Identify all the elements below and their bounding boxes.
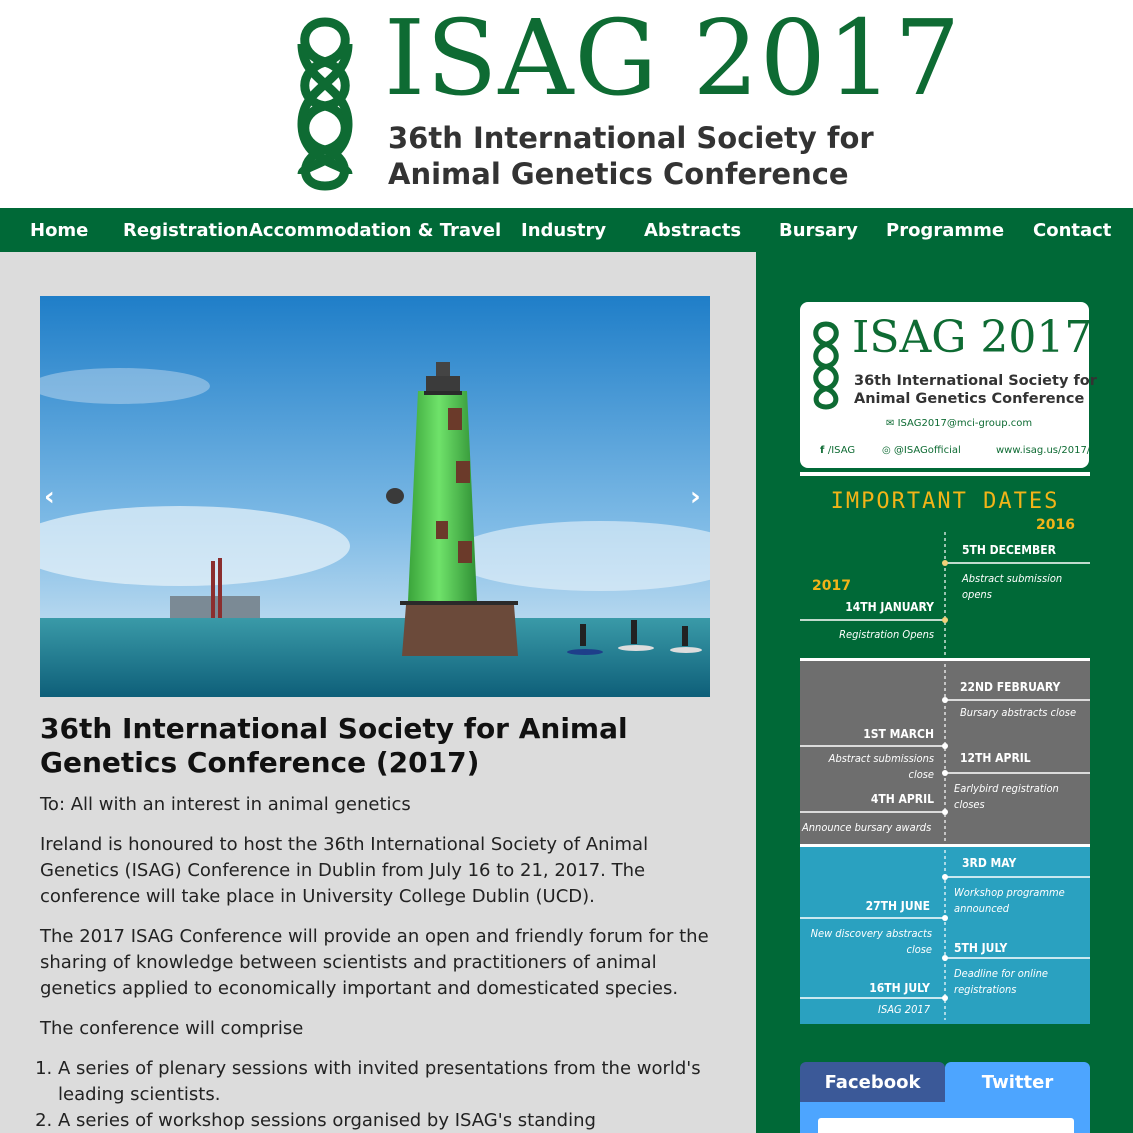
social-feed-content[interactable] <box>818 1118 1074 1133</box>
event-desc: Earlybird registration <box>954 782 1059 795</box>
sidebar-logo-card: ISAG 2017 36th International Society for… <box>800 302 1097 468</box>
site-header: ISAG 2017 36th International Society for… <box>0 0 1133 208</box>
event-desc: New discovery abstracts <box>811 927 932 940</box>
logo-subtitle-line2: Animal Genetics Conference <box>388 157 849 191</box>
event-date: 16TH JULY <box>869 981 930 995</box>
event-desc: opens <box>962 588 992 601</box>
celtic-knot-logo-icon <box>297 17 353 191</box>
article-title: 36th International Society for Animal Ge… <box>40 712 628 779</box>
facebook-icon: f <box>820 445 828 456</box>
nav-item-home[interactable]: Home <box>30 208 88 252</box>
card-website: www.isag.us/2017/ <box>996 445 1091 456</box>
event-desc: Workshop programme <box>954 886 1065 899</box>
dates-heading: IMPORTANT DATES <box>831 489 1060 514</box>
card-twitter-text: @ISAGofficial <box>893 445 961 456</box>
tab-facebook[interactable]: Facebook <box>800 1062 945 1102</box>
social-widget: Facebook Twitter <box>800 1062 1090 1133</box>
social-feed-panel <box>800 1102 1090 1133</box>
card-facebook: f /ISAG <box>820 445 855 456</box>
important-dates-infographic: IMPORTANT DATES 2016 2017 5TH DECEMBER A… <box>800 472 1090 1024</box>
event-date: 1ST MARCH <box>863 727 934 741</box>
card-twitter: ◎ @ISAGofficial <box>882 445 961 456</box>
article: 36th International Society for Animal Ge… <box>40 712 720 1133</box>
article-paragraph-3: The conference will comprise <box>40 1018 304 1039</box>
nav-item-industry[interactable]: Industry <box>521 208 606 252</box>
nav-item-accommodation-travel[interactable]: Accommodation & Travel <box>249 208 501 252</box>
article-paragraph-1: Ireland is honoured to host the 36th Int… <box>40 834 649 907</box>
nav-item-bursary[interactable]: Bursary <box>779 208 858 252</box>
event-date: 12TH APRIL <box>960 751 1031 765</box>
event-desc: close <box>909 768 935 781</box>
list-item: A series of workshop sessions organised … <box>58 1108 720 1133</box>
card-email: ✉ ISAG2017@mci-group.com <box>886 418 1032 429</box>
card-subtitle-line2: Animal Genetics Conference <box>854 391 1085 407</box>
article-list: A series of plenary sessions with invite… <box>40 1056 720 1133</box>
celtic-knot-icon <box>813 321 839 410</box>
sidebar: ISAG 2017 36th International Society for… <box>756 252 1133 1133</box>
event-desc: Abstract submissions <box>828 752 934 765</box>
event-desc: close <box>907 943 933 956</box>
event-desc: Registration Opens <box>839 628 934 641</box>
event-date: 3RD MAY <box>962 856 1017 870</box>
article-to-line: To: All with an interest in animal genet… <box>40 794 411 815</box>
event-desc: Deadline for online <box>954 967 1048 980</box>
event-desc: registrations <box>954 983 1016 996</box>
lighthouse-photo <box>40 296 710 697</box>
event-date: 14TH JANUARY <box>845 600 934 614</box>
event-desc: closes <box>954 798 985 811</box>
card-facebook-text: /ISAG <box>827 445 856 456</box>
card-title: ISAG 2017 <box>852 312 1093 363</box>
nav-item-contact[interactable]: Contact <box>1033 208 1111 252</box>
main-nav: Home Registration Accommodation & Travel… <box>0 208 1133 252</box>
event-date: 22ND FEBRUARY <box>960 680 1060 694</box>
image-slider[interactable]: ‹ › <box>40 296 710 697</box>
main-content: ‹ › 36th International Society for Anima… <box>0 252 756 1133</box>
nav-item-registration[interactable]: Registration <box>123 208 248 252</box>
logo-subtitle-line1: 36th International Society for <box>388 121 874 155</box>
slider-next-button[interactable]: › <box>690 482 701 512</box>
card-subtitle: 36th International Society for Animal Ge… <box>854 372 1097 408</box>
event-desc: Bursary abstracts close <box>960 706 1076 719</box>
list-item: A series of plenary sessions with invite… <box>58 1056 720 1108</box>
event-desc: Announce bursary awards <box>801 821 931 834</box>
email-icon: ✉ <box>886 418 898 429</box>
logo-subtitle: 36th International Society for Animal Ge… <box>388 120 874 192</box>
event-date: 5TH JULY <box>954 941 1007 955</box>
event-date: 4TH APRIL <box>871 792 934 806</box>
event-date: 27TH JUNE <box>866 899 930 913</box>
slider-prev-button[interactable]: ‹ <box>44 482 55 512</box>
dates-year-2017: 2017 <box>812 578 851 594</box>
article-paragraph-2: The 2017 ISAG Conference will provide an… <box>40 926 709 999</box>
twitter-icon: ◎ <box>882 445 894 456</box>
logo-title: ISAG 2017 <box>384 0 962 119</box>
tab-twitter[interactable]: Twitter <box>945 1062 1090 1102</box>
event-desc: Abstract submission <box>961 572 1062 585</box>
card-email-text: ISAG2017@mci-group.com <box>897 418 1033 429</box>
dates-year-2016: 2016 <box>1036 517 1075 533</box>
nav-item-programme[interactable]: Programme <box>886 208 1004 252</box>
event-date: 5TH DECEMBER <box>962 543 1057 557</box>
nav-item-abstracts[interactable]: Abstracts <box>644 208 741 252</box>
event-desc: ISAG 2017 <box>878 1003 931 1016</box>
event-desc: announced <box>954 902 1010 915</box>
card-subtitle-line1: 36th International Society for <box>854 373 1097 389</box>
